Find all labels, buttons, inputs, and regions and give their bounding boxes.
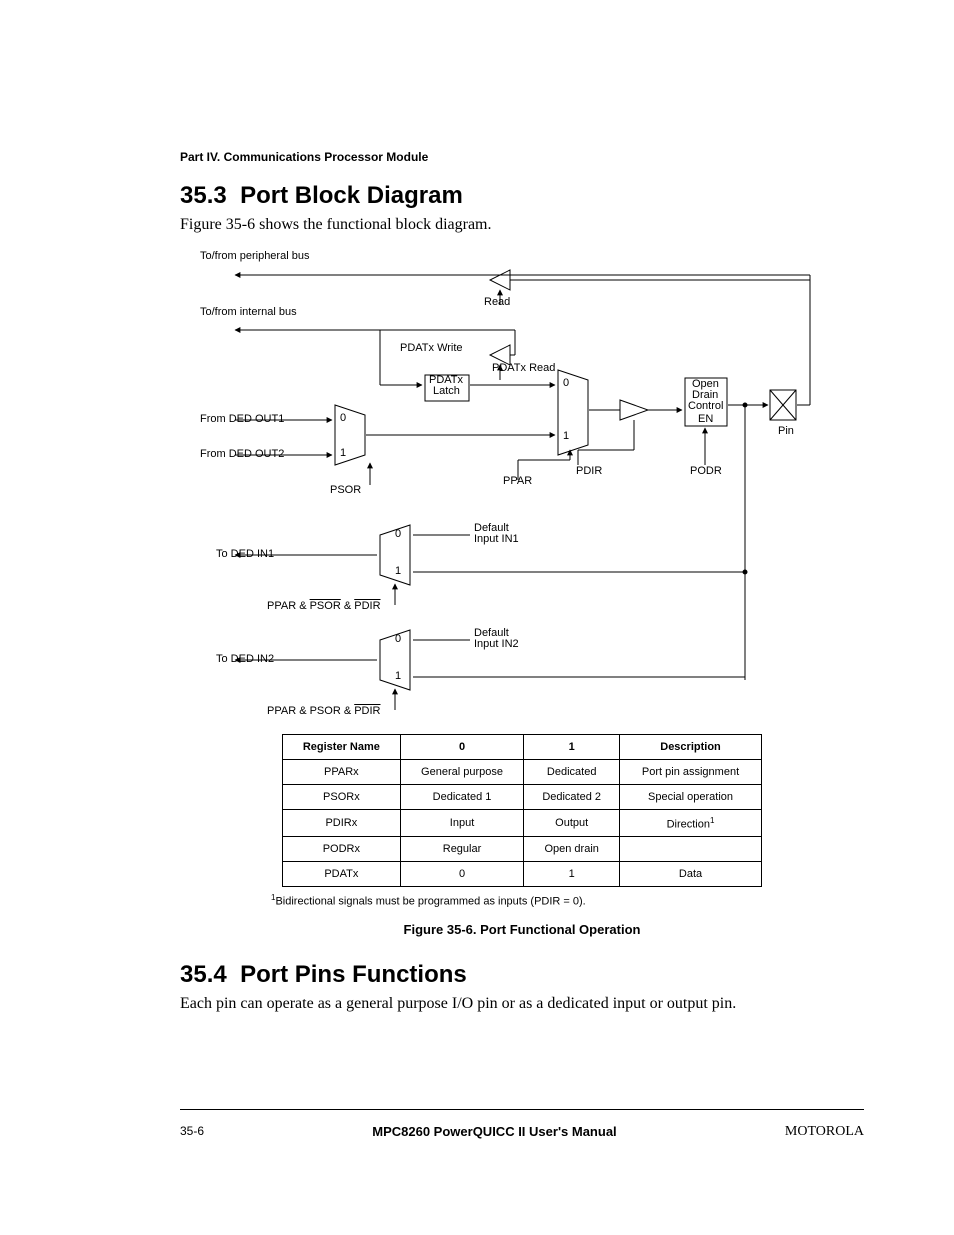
section-num: 35.4 xyxy=(180,961,227,988)
from-ded-out2-label: From DED OUT2 xyxy=(200,448,284,461)
section-35-3-title: 35.3 Port Block Diagram xyxy=(180,182,864,210)
psor-label: PSOR xyxy=(330,484,361,497)
section-35-3-para: Figure 35-6 shows the functional block d… xyxy=(180,214,864,236)
manual-title: MPC8260 PowerQUICC II User's Manual xyxy=(372,1124,616,1140)
pdatx-write-label: PDATx Write xyxy=(400,342,463,355)
th-0: 0 xyxy=(400,734,524,759)
internal-bus-label: To/from internal bus xyxy=(200,306,297,319)
section-35-4-para: Each pin can operate as a general purpos… xyxy=(180,993,864,1015)
table-header-row: Register Name 0 1 Description xyxy=(283,734,762,759)
ppar-mux-1: 1 xyxy=(563,430,569,443)
cond2-label: PPAR & PSOR & PDIR xyxy=(267,705,381,718)
pdatx-read-label: PDATx Read xyxy=(492,362,555,375)
section-35-4-title: 35.4 Port Pins Functions xyxy=(180,961,864,989)
odc-l3: Control xyxy=(688,400,723,413)
th-regname: Register Name xyxy=(283,734,401,759)
in1-mux-1: 1 xyxy=(395,565,401,578)
register-table: Register Name 0 1 Description PPARx Gene… xyxy=(282,734,762,888)
table-row: PDIRx Input Output Direction1 xyxy=(283,809,762,837)
page-number: 35-6 xyxy=(180,1124,204,1140)
to-ded-in1-label: To DED IN1 xyxy=(216,548,274,561)
table-footnote: 1Bidirectional signals must be programme… xyxy=(271,893,864,908)
figure-35-6-diagram: To/from peripheral bus To/from internal … xyxy=(180,250,864,720)
pin-label: Pin xyxy=(778,425,794,438)
figure-caption: Figure 35-6. Port Functional Operation xyxy=(180,922,864,937)
from-ded-out1-label: From DED OUT1 xyxy=(200,413,284,426)
read-label: Read xyxy=(484,296,510,309)
table-row: PSORx Dedicated 1 Dedicated 2 Special op… xyxy=(283,784,762,809)
th-desc: Description xyxy=(620,734,762,759)
section-num: 35.3 xyxy=(180,182,227,209)
pdir-label: PDIR xyxy=(576,465,602,478)
psor-mux-0: 0 xyxy=(340,412,346,425)
pdatx-latch-l2: Latch xyxy=(433,385,460,398)
periph-bus-label: To/from peripheral bus xyxy=(200,250,309,263)
th-1: 1 xyxy=(524,734,620,759)
psor-mux-1: 1 xyxy=(340,447,346,460)
to-ded-in2-label: To DED IN2 xyxy=(216,653,274,666)
ppar-mux-0: 0 xyxy=(563,377,569,390)
en-label: EN xyxy=(698,413,713,426)
section-title-text: Port Block Diagram xyxy=(240,182,463,209)
podr-label: PODR xyxy=(690,465,722,478)
table-row: PPARx General purpose Dedicated Port pin… xyxy=(283,759,762,784)
table-row: PODRx Regular Open drain xyxy=(283,837,762,862)
in2-mux-0: 0 xyxy=(395,633,401,646)
ppar-label: PPAR xyxy=(503,475,532,488)
default-in1-l2: Input IN1 xyxy=(474,533,519,546)
in1-mux-0: 0 xyxy=(395,528,401,541)
table-row: PDATx 0 1 Data xyxy=(283,862,762,887)
page-footer: 35-6 MPC8260 PowerQUICC II User's Manual… xyxy=(180,1109,864,1140)
brand-name: MOTOROLA xyxy=(785,1124,864,1140)
cond1-label: PPAR & PSOR & PDIR xyxy=(267,600,381,613)
part-header: Part IV. Communications Processor Module xyxy=(180,150,864,164)
default-in2-l2: Input IN2 xyxy=(474,638,519,651)
in2-mux-1: 1 xyxy=(395,670,401,683)
section-title-text: Port Pins Functions xyxy=(240,961,467,988)
